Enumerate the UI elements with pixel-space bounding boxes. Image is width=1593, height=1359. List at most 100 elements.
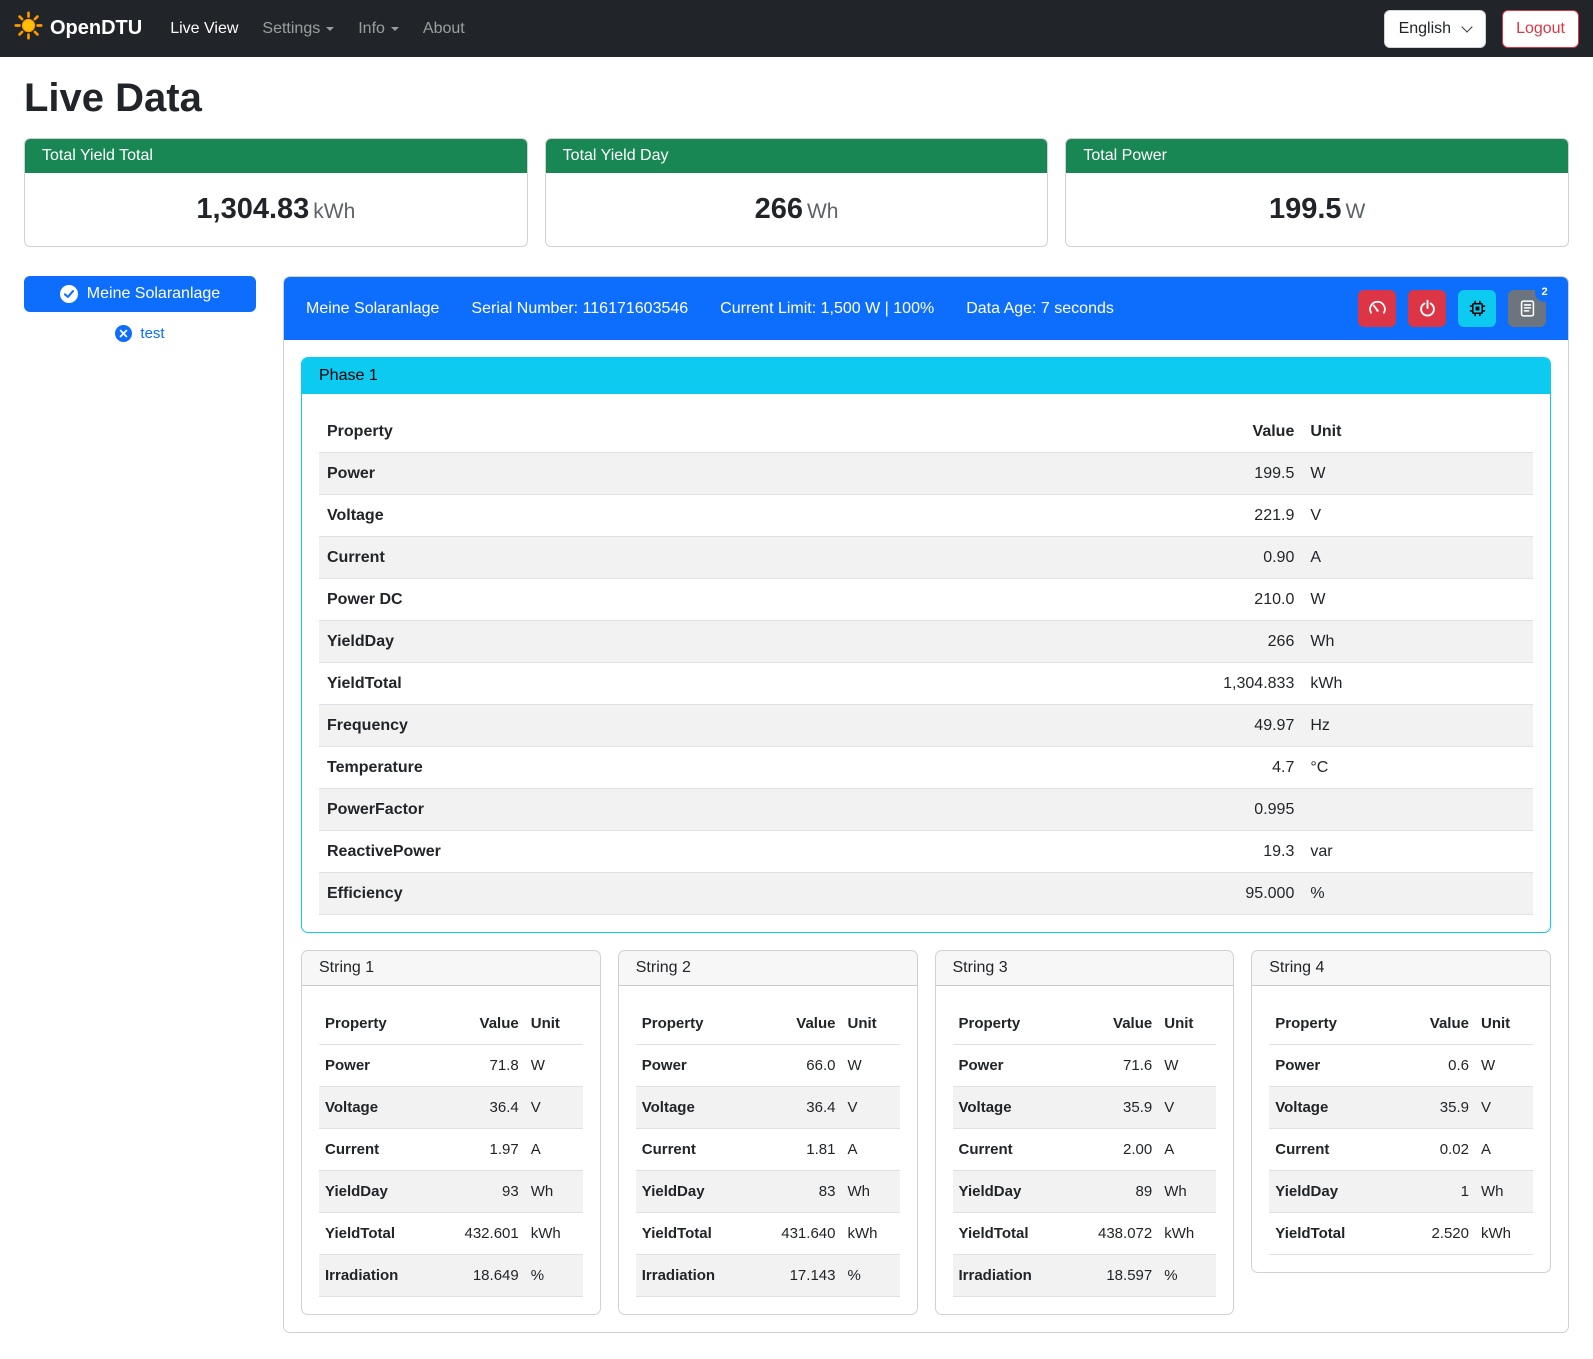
card-value: 266Wh (546, 173, 1048, 246)
card-title: Total Power (1066, 139, 1568, 173)
nav-info[interactable]: Info (350, 12, 407, 46)
column-value: Value (768, 1003, 842, 1045)
property-cell: Frequency (319, 705, 999, 747)
phase-body: Property Value Unit Power (302, 394, 1550, 932)
property-cell: Power (1269, 1045, 1401, 1087)
table-row: Temperature 4.7 °C (319, 747, 1533, 789)
table-row: YieldDay 83 Wh (636, 1171, 900, 1213)
value-cell: 210.0 (999, 579, 1303, 621)
table-row: ReactivePower 19.3 var (319, 831, 1533, 873)
unit-cell: kWh (525, 1213, 583, 1255)
unit-cell: var (1302, 831, 1533, 873)
value-cell: 0.90 (999, 537, 1303, 579)
property-cell: Voltage (636, 1087, 768, 1129)
phase-1-card: Phase 1 Property Value Unit (301, 357, 1551, 933)
unit-cell: Wh (1302, 621, 1533, 663)
unit-cell: V (1475, 1087, 1533, 1129)
table-row: Power DC 210.0 W (319, 579, 1533, 621)
inverter-name-label: test (140, 325, 164, 342)
value-cell: 2.00 (1084, 1129, 1158, 1171)
property-cell: YieldDay (319, 621, 999, 663)
value-cell: 1.81 (768, 1129, 842, 1171)
property-cell: Efficiency (319, 873, 999, 915)
string-table: Property Value Unit Power (1269, 1003, 1533, 1255)
value-cell: 2.520 (1401, 1213, 1475, 1255)
property-cell: Current (1269, 1129, 1401, 1171)
limit-settings-button[interactable] (1358, 290, 1396, 327)
inverter-select-test[interactable]: test (24, 325, 256, 342)
string-title: String 2 (619, 951, 917, 986)
value-cell: 0.02 (1401, 1129, 1475, 1171)
table-row: Voltage 35.9 V (1269, 1087, 1533, 1129)
column-property: Property (319, 411, 999, 453)
property-cell: Power DC (319, 579, 999, 621)
unit-cell: W (841, 1045, 899, 1087)
unit-cell: W (1158, 1045, 1216, 1087)
table-header-row: Property Value Unit (319, 1003, 583, 1045)
value-text: 1,304.83 (196, 193, 309, 225)
unit-cell: W (1302, 579, 1533, 621)
card-value: 1,304.83kWh (25, 173, 527, 246)
check-circle-icon (60, 285, 78, 303)
string-title: String 1 (302, 951, 600, 986)
inverter-select-meine-solaranlage[interactable]: Meine Solaranlage (24, 276, 256, 312)
table-row: Current 2.00 A (953, 1129, 1217, 1171)
column-unit: Unit (525, 1003, 583, 1045)
value-cell: 95.000 (999, 873, 1303, 915)
table-row: Power 66.0 W (636, 1045, 900, 1087)
unit-cell: A (841, 1129, 899, 1171)
nav-settings[interactable]: Settings (254, 12, 342, 46)
brand-label: OpenDTU (50, 17, 142, 40)
value-cell: 36.4 (451, 1087, 525, 1129)
string-body: Property Value Unit Power (1252, 986, 1550, 1272)
table-header-row: Property Value Unit (636, 1003, 900, 1045)
string-title: String 3 (936, 951, 1234, 986)
value-cell: 66.0 (768, 1045, 842, 1087)
page-container: Live Data Total Yield Total 1,304.83kWh … (0, 76, 1593, 1357)
value-cell: 17.143 (768, 1255, 842, 1297)
table-row: Voltage 36.4 V (319, 1087, 583, 1129)
value-cell: 432.601 (451, 1213, 525, 1255)
unit-cell: V (1302, 495, 1533, 537)
power-icon (1418, 299, 1437, 318)
table-row: Power 0.6 W (1269, 1045, 1533, 1087)
string-table-body: Power 66.0 W Voltage 36.4 V (636, 1045, 900, 1297)
unit-cell: A (1475, 1129, 1533, 1171)
string-table: Property Value Unit Power (636, 1003, 900, 1297)
column-property: Property (319, 1003, 451, 1045)
property-cell: Current (953, 1129, 1085, 1171)
chevron-down-icon (326, 27, 334, 31)
table-row: YieldDay 93 Wh (319, 1171, 583, 1213)
strings-row: String 1 Property Value Unit (301, 950, 1551, 1315)
property-cell: Current (319, 1129, 451, 1171)
nav-live-view[interactable]: Live View (162, 12, 246, 46)
property-cell: Voltage (319, 1087, 451, 1129)
value-cell: 71.6 (1084, 1045, 1158, 1087)
unit-cell: V (1158, 1087, 1216, 1129)
value-cell: 1,304.833 (999, 663, 1303, 705)
value-cell: 71.8 (451, 1045, 525, 1087)
table-row: YieldTotal 432.601 kWh (319, 1213, 583, 1255)
table-row: Power 71.6 W (953, 1045, 1217, 1087)
cpu-chip-icon (1468, 299, 1487, 318)
total-yield-total-card: Total Yield Total 1,304.83kWh (24, 138, 528, 247)
power-button[interactable] (1408, 290, 1446, 327)
table-row: Current 1.97 A (319, 1129, 583, 1171)
nav-info-label: Info (358, 20, 385, 38)
event-log-button[interactable]: 2 (1508, 290, 1546, 327)
property-cell: YieldDay (1269, 1171, 1401, 1213)
property-cell: YieldTotal (953, 1213, 1085, 1255)
brand-link[interactable]: OpenDTU (14, 11, 142, 46)
logout-button[interactable]: Logout (1502, 10, 1579, 48)
language-select[interactable]: English (1384, 10, 1486, 48)
unit-cell: V (841, 1087, 899, 1129)
table-row: Power 71.8 W (319, 1045, 583, 1087)
string-4-card: String 4 Property Value Unit (1251, 950, 1551, 1273)
nav-about[interactable]: About (415, 12, 473, 46)
unit-text: W (1346, 200, 1366, 223)
column-value: Value (1401, 1003, 1475, 1045)
property-cell: YieldTotal (319, 1213, 451, 1255)
device-info-button[interactable] (1458, 290, 1496, 327)
table-row: Current 0.02 A (1269, 1129, 1533, 1171)
unit-cell: V (525, 1087, 583, 1129)
